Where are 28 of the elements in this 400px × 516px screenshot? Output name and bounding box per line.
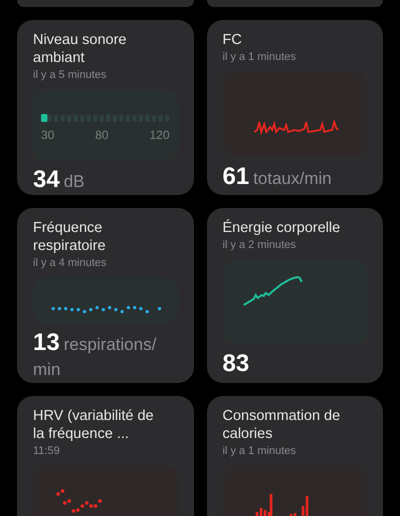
metric-reading: 83 (222, 352, 250, 379)
metric-card[interactable]: Énergie corporelle il y a 2 minutes 83 (206, 208, 383, 383)
updated-time: il y a 5 minutes (33, 68, 108, 82)
metric-card[interactable]: Fréquence respiratoire il y a 4 minutes 13 respirations/ min (17, 208, 194, 383)
scale-label: 30 (41, 127, 54, 144)
scale-label: 80 (95, 127, 109, 144)
metric-card[interactable]: HRV (variabilité de la fréquence ... 11:59 (17, 396, 194, 516)
card-title: HRV (variabilité de la fréquence ... (33, 407, 155, 443)
metric-card[interactable]: Niveau sonore ambiant il y a 5 minutes 30 80 120 34 dB (17, 20, 194, 195)
card-title: Fréquence respiratoire (33, 219, 107, 255)
updated-time: il y a 2 minutes (222, 238, 297, 252)
metric-card[interactable]: FC il y a 1 minutes 61 totaux/min (206, 20, 383, 195)
metric-reading: 34 dB (33, 168, 86, 195)
updated-time: il y a 4 minutes (33, 256, 108, 270)
card-title: Énergie corporelle (222, 219, 342, 237)
metric-card[interactable]: Consommation de calories il y a 1 minutes (206, 396, 383, 516)
calorie-bar-sparkline (255, 494, 308, 516)
updated-time: 11:59 (33, 444, 61, 458)
hrv-dot-plot (56, 489, 102, 513)
updated-time: il y a 1 minutes (222, 444, 297, 458)
energy-line-sparkline (242, 276, 302, 306)
card-title: Consommation de calories (222, 407, 342, 443)
updated-time: il y a 1 minutes (222, 50, 297, 64)
scale-label: 120 (149, 127, 170, 144)
metric-reading: 61 totaux/min (222, 165, 333, 192)
card-title: FC (222, 31, 243, 49)
card-title: Niveau sonore ambiant (33, 31, 128, 67)
metric-reading: 13 respirations/ min (33, 331, 158, 381)
